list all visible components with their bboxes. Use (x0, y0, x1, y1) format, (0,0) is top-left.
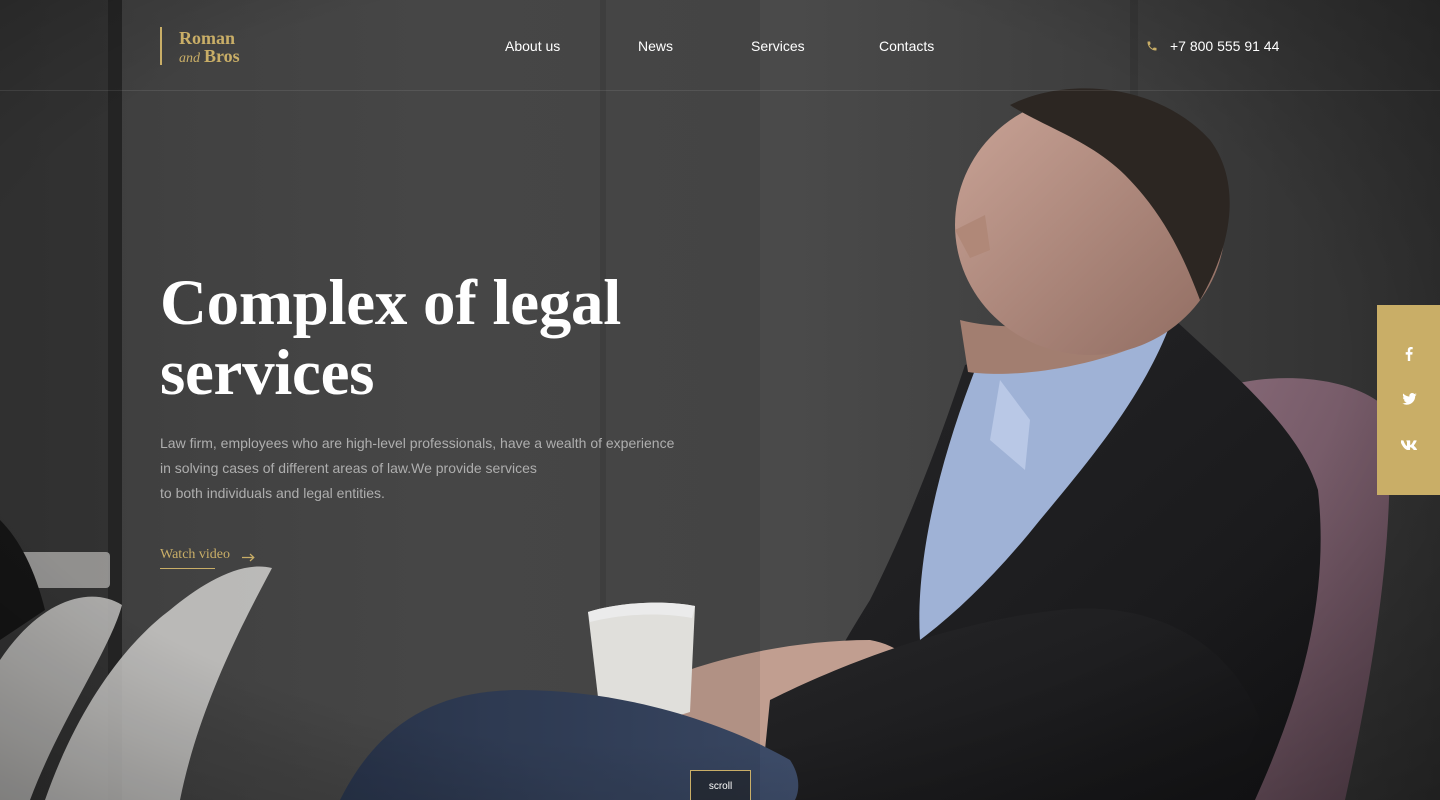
vk-glyph (1401, 440, 1417, 450)
site-header: Roman and Bros About us News Services Co… (0, 0, 1440, 91)
hero-description-line: to both individuals and legal entities. (160, 485, 385, 501)
vk-icon[interactable] (1401, 437, 1417, 453)
watch-video-underline (160, 568, 215, 569)
twitter-glyph (1401, 393, 1417, 405)
logo-name-bros: Bros (204, 46, 240, 66)
facebook-icon[interactable] (1401, 346, 1417, 362)
brand-logo[interactable]: Roman and Bros (160, 27, 240, 68)
watch-video-text: Watch video (160, 547, 231, 562)
hero-title: Complex of legal services (160, 267, 621, 409)
watch-video-link[interactable]: Watch video (160, 546, 255, 569)
phone-number[interactable]: +7 800 555 91 44 (1170, 38, 1279, 54)
phone-icon (1147, 41, 1157, 51)
nav-contacts-link[interactable]: Contacts (879, 38, 934, 54)
logo-and: and (179, 51, 200, 66)
twitter-icon[interactable] (1401, 391, 1417, 407)
nav-services-link[interactable]: Services (751, 38, 805, 54)
facebook-glyph (1405, 347, 1413, 361)
arrow-right-icon (242, 553, 255, 561)
scroll-down-button[interactable]: scroll (690, 770, 751, 800)
phone-contact[interactable]: +7 800 555 91 44 (1146, 38, 1279, 54)
hero-description: Law firm, employees who are high-level p… (160, 431, 700, 506)
hero-description-line: Law firm, employees who are high-level p… (160, 435, 675, 451)
nav-about-link[interactable]: About us (505, 38, 560, 54)
logo-name-line2: and Bros (179, 47, 240, 68)
nav-news-link[interactable]: News (638, 38, 673, 54)
logo-name-roman: Roman (179, 28, 236, 48)
social-sidebar (1377, 305, 1440, 495)
hero-description-line: in solving cases of different areas of l… (160, 460, 537, 476)
watch-video-label: Watch video (160, 546, 231, 569)
